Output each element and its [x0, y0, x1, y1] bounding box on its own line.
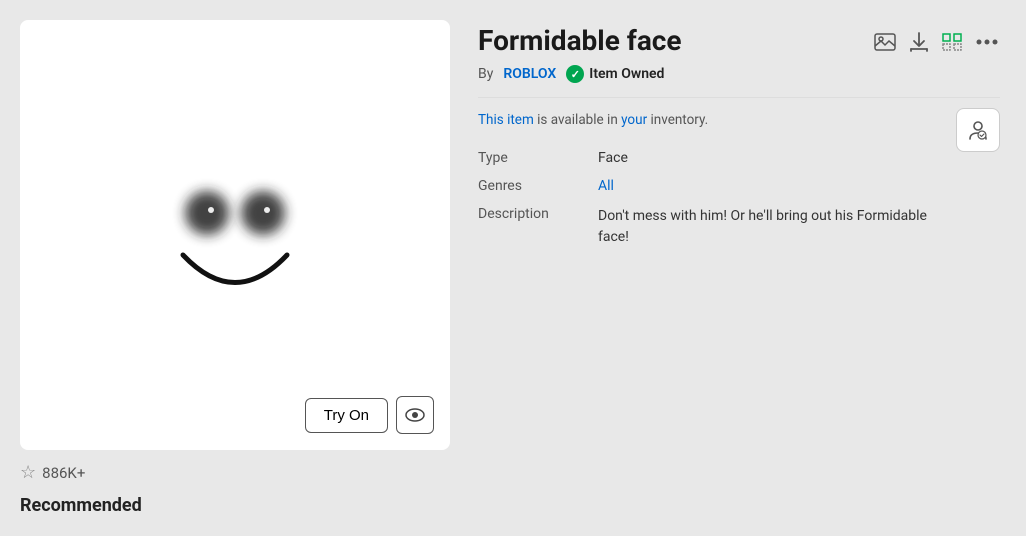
more-options-button[interactable]: [974, 37, 1000, 47]
try-on-button[interactable]: Try On: [305, 398, 388, 433]
availability-item-link[interactable]: This item: [478, 112, 534, 128]
header-icons: [872, 30, 1000, 54]
type-value: Face: [598, 150, 628, 166]
genres-row: Genres All: [478, 172, 1000, 200]
item-header: Formidable face: [478, 24, 1000, 57]
left-panel: Try On ☆ 886K+ Recommended: [20, 20, 450, 516]
stats-row: ☆ 886K+: [20, 462, 450, 483]
availability-text: This item is available in your inventory…: [478, 112, 1000, 128]
face-illustration: [125, 125, 345, 345]
checkmark-icon: ✓: [566, 65, 584, 83]
by-text: By: [478, 66, 493, 82]
more-icon: [976, 39, 998, 45]
type-row: Type Face: [478, 144, 1000, 172]
genres-label: Genres: [478, 178, 578, 194]
preview-eye-button[interactable]: [396, 396, 434, 434]
availability-your-link[interactable]: your: [621, 112, 647, 128]
grid-icon: [942, 33, 962, 51]
item-title: Formidable face: [478, 24, 682, 57]
equip-icon: [967, 119, 989, 141]
preview-actions: Try On: [305, 396, 434, 434]
image-icon: [874, 33, 896, 51]
creator-link[interactable]: ROBLOX: [503, 66, 556, 82]
description-value: Don't mess with him! Or he'll bring out …: [598, 206, 938, 248]
detail-table: Type Face Genres All Description Don't m…: [478, 144, 1000, 254]
owned-badge: ✓ Item Owned: [566, 65, 664, 83]
grid-icon-button[interactable]: [940, 31, 964, 53]
star-icon[interactable]: ☆: [20, 462, 36, 483]
genres-value: All: [598, 178, 614, 194]
eye-icon: [405, 408, 425, 422]
type-label: Type: [478, 150, 578, 166]
right-panel: Formidable face: [478, 20, 1000, 516]
equip-button[interactable]: [956, 108, 1000, 152]
by-row: By ROBLOX ✓ Item Owned: [478, 65, 1000, 83]
fav-count: 886K+: [42, 464, 85, 482]
description-row: Description Don't mess with him! Or he'l…: [478, 200, 1000, 254]
download-icon-button[interactable]: [908, 30, 930, 54]
divider: [478, 97, 1000, 98]
item-preview: Try On: [20, 20, 450, 450]
download-icon: [910, 32, 928, 52]
info-section: This item is available in your inventory…: [478, 112, 1000, 128]
image-icon-button[interactable]: [872, 31, 898, 53]
description-label: Description: [478, 206, 578, 248]
page-container: Try On ☆ 886K+ Recommended Formidable fa…: [20, 20, 1000, 516]
owned-label: Item Owned: [589, 66, 664, 82]
